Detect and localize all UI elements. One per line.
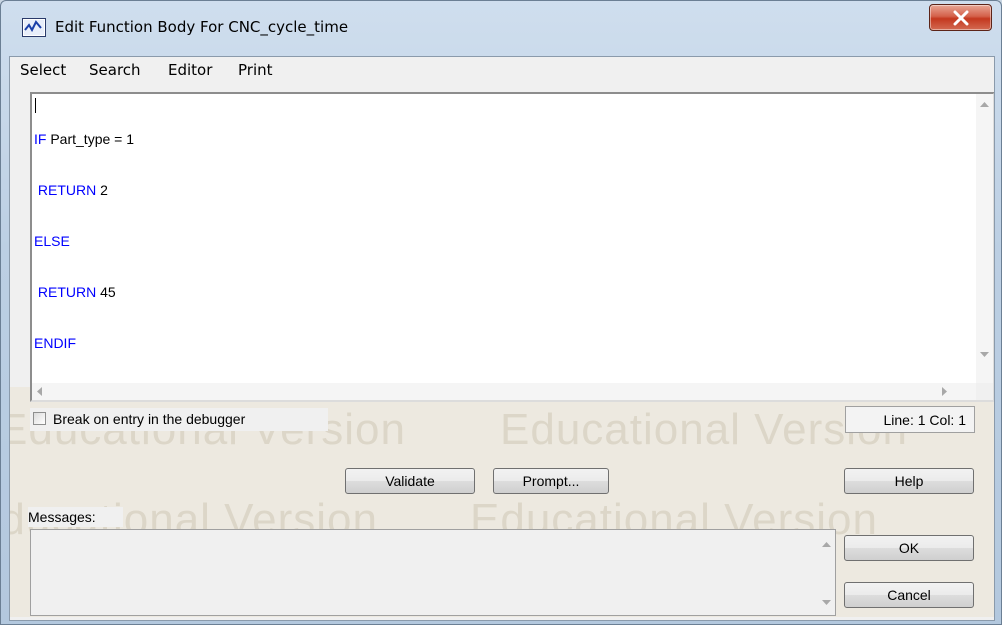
- line-col-readout: Line: 1 Col: 1: [883, 412, 967, 428]
- scroll-up-icon[interactable]: [980, 102, 989, 108]
- menu-select[interactable]: Select: [20, 61, 66, 79]
- close-icon: [953, 10, 969, 26]
- menu-bar: Select Search Editor Print: [10, 57, 994, 82]
- scroll-left-icon[interactable]: [37, 387, 43, 396]
- editor-horizontal-scrollbar[interactable]: [32, 383, 976, 400]
- break-on-entry-label[interactable]: Break on entry in the debugger: [53, 411, 245, 427]
- code-line: RETURN 45: [34, 284, 134, 301]
- code-line: IF Part_type = 1: [34, 131, 134, 148]
- code-editor[interactable]: IF Part_type = 1 RETURN 2 ELSE RETURN 45…: [30, 92, 994, 402]
- code-keyword: IF: [34, 131, 47, 147]
- app-icon: [22, 18, 46, 37]
- code-keyword: RETURN: [37, 284, 97, 300]
- menu-print[interactable]: Print: [238, 61, 273, 79]
- code-keyword: RETURN: [37, 182, 97, 198]
- code-keyword: ELSE: [34, 233, 70, 249]
- dialog-client-area: Select Search Editor Print Educational V…: [9, 56, 995, 621]
- messages-label: Messages:: [28, 507, 123, 527]
- close-button[interactable]: [929, 4, 992, 31]
- break-on-entry-checkbox[interactable]: [33, 412, 46, 425]
- scroll-corner: [976, 383, 993, 400]
- menu-editor[interactable]: Editor: [168, 61, 212, 79]
- scroll-up-icon[interactable]: [822, 542, 831, 548]
- editor-vertical-scrollbar[interactable]: [976, 94, 993, 383]
- scroll-right-icon[interactable]: [942, 387, 948, 396]
- code-rest: 2: [96, 182, 108, 198]
- dialog-window: Edit Function Body For CNC_cycle_time Se…: [0, 0, 1002, 625]
- messages-area[interactable]: [30, 529, 836, 616]
- text-caret: [35, 98, 36, 113]
- code-rest: 45: [96, 284, 116, 300]
- validate-button[interactable]: Validate: [345, 468, 475, 494]
- code-line: ELSE: [34, 233, 134, 250]
- code-text[interactable]: IF Part_type = 1 RETURN 2 ELSE RETURN 45…: [34, 97, 134, 386]
- prompt-button[interactable]: Prompt...: [493, 468, 609, 494]
- code-keyword: ENDIF: [34, 335, 76, 351]
- debugger-option[interactable]: Break on entry in the debugger: [30, 408, 328, 431]
- code-line: RETURN 2: [34, 182, 134, 199]
- scroll-down-icon[interactable]: [980, 352, 989, 358]
- title-bar[interactable]: Edit Function Body For CNC_cycle_time: [1, 1, 1001, 48]
- messages-scrollbar[interactable]: [818, 530, 835, 615]
- scroll-down-icon[interactable]: [822, 600, 831, 606]
- window-title: Edit Function Body For CNC_cycle_time: [55, 18, 349, 36]
- cancel-button[interactable]: Cancel: [844, 582, 974, 608]
- cursor-position-status: Line: 1 Col: 1: [845, 406, 975, 433]
- code-line: ENDIF: [34, 335, 134, 352]
- help-button[interactable]: Help: [844, 468, 974, 494]
- code-rest: Part_type = 1: [46, 131, 135, 147]
- ok-button[interactable]: OK: [844, 535, 974, 561]
- menu-search[interactable]: Search: [89, 61, 141, 79]
